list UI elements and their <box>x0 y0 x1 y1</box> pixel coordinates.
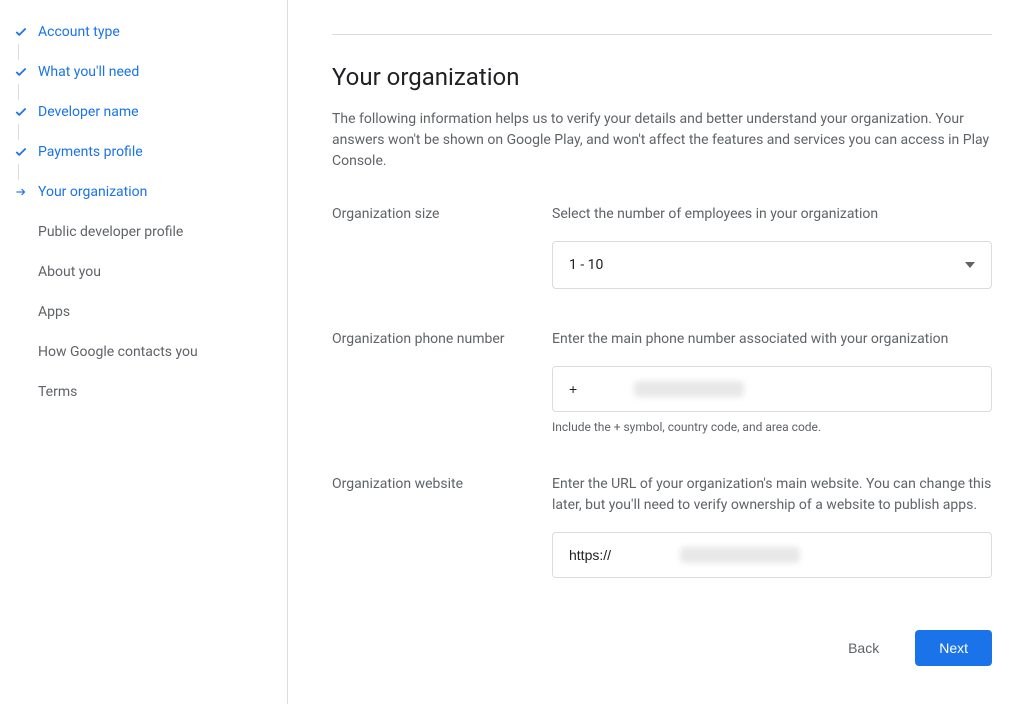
step-label: Apps <box>38 304 70 320</box>
step-label: Payments profile <box>38 144 143 160</box>
step-public-developer-profile[interactable]: Public developer profile <box>0 212 287 252</box>
footer-actions: Back Next <box>332 606 992 690</box>
check-icon <box>14 25 38 39</box>
step-your-organization[interactable]: Your organization <box>0 172 287 212</box>
page-description: The following information helps us to ve… <box>332 109 992 172</box>
chevron-down-icon <box>965 262 975 268</box>
organization-phone-input[interactable] <box>552 366 992 412</box>
step-label: Terms <box>38 384 77 400</box>
step-how-google-contacts[interactable]: How Google contacts you <box>0 332 287 372</box>
back-button[interactable]: Back <box>824 630 903 666</box>
arrow-right-icon <box>14 185 38 199</box>
step-payments-profile[interactable]: Payments profile <box>0 132 287 172</box>
divider <box>332 34 992 35</box>
step-about-you[interactable]: About you <box>0 252 287 292</box>
step-developer-name[interactable]: Developer name <box>0 92 287 132</box>
step-apps[interactable]: Apps <box>0 292 287 332</box>
step-label: About you <box>38 264 101 280</box>
step-label: How Google contacts you <box>38 344 198 360</box>
field-description: Enter the URL of your organization's mai… <box>552 474 992 516</box>
step-label: Developer name <box>38 104 139 120</box>
step-what-youll-need[interactable]: What you'll need <box>0 52 287 92</box>
step-account-type[interactable]: Account type <box>0 12 287 52</box>
redacted-content <box>634 381 744 397</box>
field-description: Enter the main phone number associated w… <box>552 329 992 350</box>
main-content: Your organization The following informat… <box>288 0 1024 704</box>
field-label: Organization website <box>332 474 552 578</box>
field-description: Select the number of employees in your o… <box>552 204 992 225</box>
redacted-content <box>680 547 800 563</box>
step-label: Account type <box>38 24 120 40</box>
step-terms[interactable]: Terms <box>0 372 287 412</box>
step-label: Your organization <box>38 184 147 200</box>
check-icon <box>14 65 38 79</box>
check-icon <box>14 145 38 159</box>
field-label: Organization size <box>332 204 552 289</box>
step-label: What you'll need <box>38 64 139 80</box>
field-label: Organization phone number <box>332 329 552 434</box>
wizard-sidebar: Account type What you'll need Developer … <box>0 0 288 704</box>
select-value: 1 - 10 <box>569 257 965 273</box>
page-title: Your organization <box>332 63 992 91</box>
step-label: Public developer profile <box>38 224 183 240</box>
check-icon <box>14 105 38 119</box>
next-button[interactable]: Next <box>915 630 992 666</box>
field-hint: Include the + symbol, country code, and … <box>552 420 992 434</box>
field-organization-size: Organization size Select the number of e… <box>332 204 992 289</box>
field-organization-website: Organization website Enter the URL of yo… <box>332 474 992 578</box>
field-organization-phone: Organization phone number Enter the main… <box>332 329 992 434</box>
organization-size-select[interactable]: 1 - 10 <box>552 241 992 289</box>
